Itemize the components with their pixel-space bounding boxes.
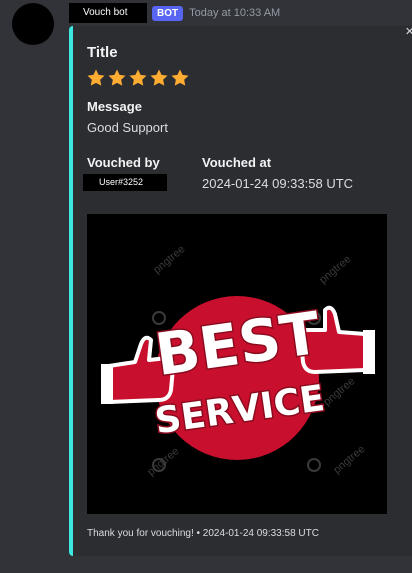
- embed-title: Title: [87, 44, 118, 61]
- watermark-text: pngtree: [317, 253, 353, 286]
- avatar[interactable]: [12, 3, 54, 45]
- star-icon: [87, 69, 105, 86]
- message-timestamp: Today at 10:33 AM: [189, 7, 281, 19]
- field-vouched-at-label: Vouched at: [202, 155, 272, 170]
- message-header: Vouch bot BOT Today at 10:33 AM: [69, 3, 280, 23]
- field-message-label: Message: [87, 99, 142, 114]
- star-icon: [129, 69, 147, 86]
- watermark-text: pngtree: [321, 375, 357, 408]
- best-service-graphic: pngtree pngtree pngtree pngtree pngtree: [101, 243, 375, 478]
- field-vouched-at-value: 2024-01-24 09:33:58 UTC: [202, 176, 354, 191]
- star-icon: [171, 69, 189, 86]
- star-icon: [150, 69, 168, 86]
- field-vouched-by-value[interactable]: User#3252: [83, 174, 167, 191]
- star-rating: [86, 68, 190, 88]
- close-icon[interactable]: ×: [405, 24, 412, 39]
- field-message-value: Good Support: [87, 120, 168, 135]
- field-vouched-by-label: Vouched by: [87, 155, 160, 170]
- star-icon: [108, 69, 126, 86]
- embed-footer: Thank you for vouching! • 2024-01-24 09:…: [87, 528, 319, 539]
- embed-image[interactable]: pngtree pngtree pngtree pngtree pngtree: [87, 214, 387, 514]
- author-name[interactable]: Vouch bot: [69, 3, 147, 23]
- message: Vouch bot BOT Today at 10:33 AM Title Me…: [0, 0, 412, 573]
- vouch-embed: Title Message Good Support Vouched by Us…: [69, 26, 412, 556]
- bot-tag: BOT: [152, 5, 184, 21]
- watermark-text: pngtree: [151, 243, 187, 276]
- watermark-text: pngtree: [331, 443, 367, 476]
